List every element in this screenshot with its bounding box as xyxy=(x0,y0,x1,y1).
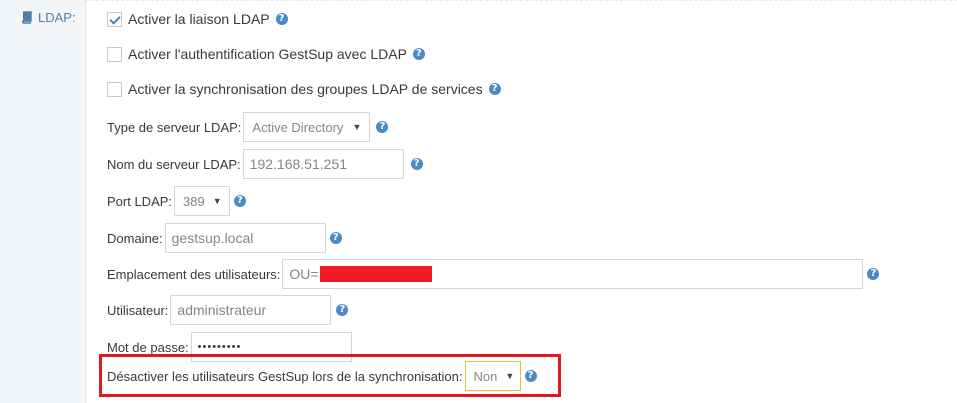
checkbox-row-ldap-link[interactable]: Activer la liaison LDAP ? xyxy=(107,11,288,27)
server-name-label: Nom du serveur LDAP: xyxy=(107,156,241,172)
domain-row: Domaine: gestsup.local ? xyxy=(107,223,342,253)
help-icon[interactable]: ? xyxy=(410,158,423,170)
checkbox-row-ldap-auth[interactable]: Activer l'authentification GestSup avec … xyxy=(107,46,425,62)
help-icon[interactable]: ? xyxy=(412,48,425,60)
help-icon[interactable]: ? xyxy=(329,232,342,244)
port-row: Port LDAP: 389 ▼ ? xyxy=(107,186,247,216)
disable-users-label: Désactiver les utilisateurs GestSup lors… xyxy=(107,368,463,384)
users-location-row: Emplacement des utilisateurs: OU= ? xyxy=(107,259,880,289)
ldap-auth-checkbox[interactable] xyxy=(107,46,122,62)
help-icon[interactable]: ? xyxy=(524,370,537,382)
book-icon xyxy=(21,11,32,24)
ldap-section-label: LDAP: xyxy=(21,10,76,25)
port-select[interactable]: 389 ▼ xyxy=(174,186,231,216)
redaction-bar xyxy=(319,266,432,282)
disable-users-value: Non xyxy=(473,368,498,384)
domain-label: Domaine: xyxy=(107,230,163,246)
password-label: Mot de passe: xyxy=(107,339,189,355)
server-type-label: Type de serveur LDAP: xyxy=(107,119,242,135)
section-label-text: LDAP: xyxy=(38,10,76,25)
users-location-value: OU= xyxy=(289,266,319,282)
help-icon[interactable]: ? xyxy=(867,268,880,280)
ldap-sync-groups-label: Activer la synchronisation des groupes L… xyxy=(128,81,483,97)
server-type-select[interactable]: Active Directory ▼ xyxy=(243,112,371,142)
server-type-value: Active Directory xyxy=(252,119,344,135)
disable-users-row: Désactiver les utilisateurs GestSup lors… xyxy=(107,361,537,391)
ldap-link-checkbox[interactable] xyxy=(107,11,122,27)
help-icon[interactable]: ? xyxy=(234,195,247,207)
ldap-sync-groups-checkbox[interactable] xyxy=(107,81,122,97)
help-icon[interactable]: ? xyxy=(275,13,288,25)
ldap-link-label: Activer la liaison LDAP xyxy=(128,11,270,27)
section-divider xyxy=(86,0,957,1)
server-name-input[interactable]: 192.168.51.251 xyxy=(242,149,404,179)
server-type-row: Type de serveur LDAP: Active Directory ▼… xyxy=(107,112,389,142)
help-icon[interactable]: ? xyxy=(336,304,349,316)
disable-users-select[interactable]: Non ▼ xyxy=(464,361,521,391)
port-value: 389 xyxy=(183,193,205,209)
user-input[interactable]: administrateur xyxy=(170,295,332,325)
chevron-down-icon: ▼ xyxy=(352,122,362,132)
help-icon[interactable]: ? xyxy=(376,121,389,133)
users-location-input[interactable]: OU= xyxy=(282,259,864,289)
checkbox-row-ldap-sync-groups[interactable]: Activer la synchronisation des groupes L… xyxy=(107,81,501,97)
chevron-down-icon: ▼ xyxy=(212,196,222,206)
port-label: Port LDAP: xyxy=(107,193,173,209)
left-sidebar xyxy=(0,0,86,403)
user-label: Utilisateur: xyxy=(107,302,169,318)
domain-input[interactable]: gestsup.local xyxy=(164,223,326,253)
help-icon[interactable]: ? xyxy=(488,83,501,95)
server-name-row: Nom du serveur LDAP: 192.168.51.251 ? xyxy=(107,149,423,179)
chevron-down-icon: ▼ xyxy=(505,371,515,381)
users-location-label: Emplacement des utilisateurs: xyxy=(107,266,281,282)
ldap-auth-label: Activer l'authentification GestSup avec … xyxy=(128,46,407,62)
user-row: Utilisateur: administrateur ? xyxy=(107,295,349,325)
